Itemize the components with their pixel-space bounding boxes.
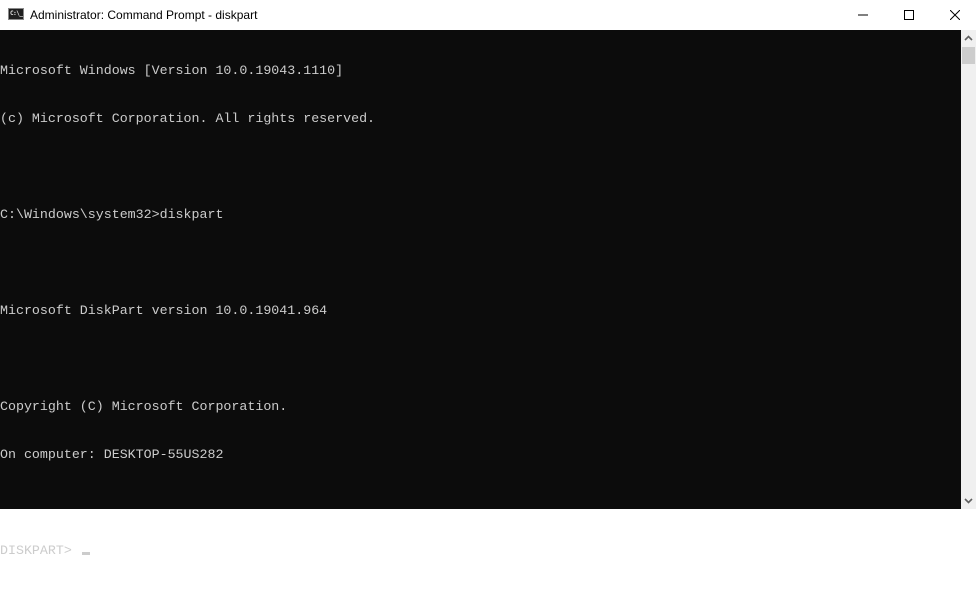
maximize-icon (904, 10, 914, 20)
text-cursor (81, 552, 90, 555)
title-bar[interactable]: C:\_ Administrator: Command Prompt - dis… (0, 0, 976, 30)
console-line: Copyright (C) Microsoft Corporation. (0, 399, 288, 414)
console-line: (c) Microsoft Corporation. All rights re… (0, 111, 376, 126)
console-line: Microsoft Windows [Version 10.0.19043.11… (0, 63, 344, 78)
console-output[interactable]: Microsoft Windows [Version 10.0.19043.11… (0, 30, 961, 558)
close-icon (950, 10, 960, 20)
console-lines: Microsoft Windows [Version 10.0.19043.11… (0, 31, 375, 591)
command-input-line[interactable]: DISKPART> (0, 543, 375, 559)
minimize-button[interactable] (840, 0, 886, 30)
scroll-up-button[interactable] (961, 30, 976, 47)
chevron-up-icon (964, 35, 973, 41)
chevron-down-icon (964, 498, 973, 504)
diskpart-prompt: DISKPART> (0, 543, 80, 558)
console-line: On computer: DESKTOP-55US282 (0, 447, 224, 462)
minimize-icon (858, 14, 868, 16)
maximize-button[interactable] (886, 0, 932, 30)
console-line: Microsoft DiskPart version 10.0.19041.96… (0, 303, 328, 318)
window-title: Administrator: Command Prompt - diskpart (30, 8, 258, 22)
vertical-scrollbar[interactable] (961, 30, 976, 509)
scroll-thumb[interactable] (962, 47, 975, 64)
command-prompt-icon[interactable]: C:\_ (8, 8, 24, 20)
console-line: C:\Windows\system32>diskpart (0, 207, 224, 222)
scroll-down-button[interactable] (961, 492, 976, 509)
close-button[interactable] (932, 0, 976, 30)
